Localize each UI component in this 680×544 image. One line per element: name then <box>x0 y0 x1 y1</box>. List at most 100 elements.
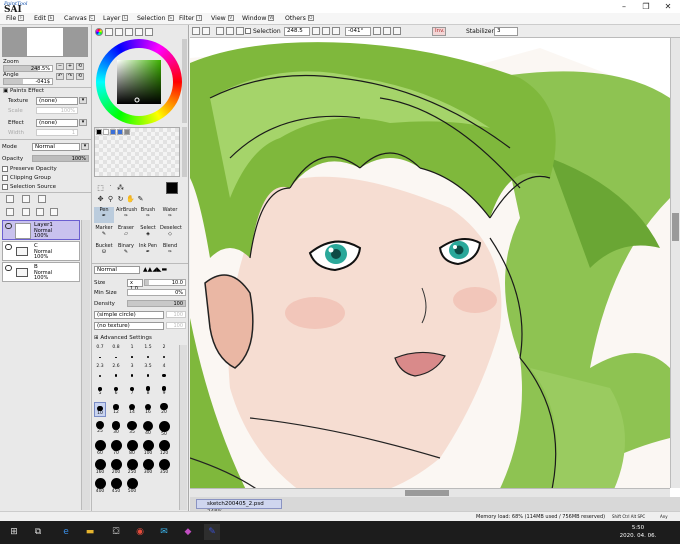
move-icon[interactable]: ✥ <box>96 195 105 204</box>
undo-icon[interactable] <box>192 27 200 35</box>
brush-texture-strength[interactable]: 100 <box>166 322 186 329</box>
eye-icon[interactable] <box>5 265 12 271</box>
brush-size-cell[interactable]: 20 <box>158 402 170 417</box>
brush-size-cell[interactable]: 3 <box>126 364 138 379</box>
size-slider[interactable]: 10.0 <box>144 279 186 286</box>
brush-size-cell[interactable]: 4 <box>158 364 170 379</box>
swatch[interactable] <box>103 129 109 135</box>
menu-layer[interactable]: Layer L <box>103 14 129 24</box>
zoom-out-button[interactable]: − <box>56 63 64 70</box>
tool-bucket[interactable]: Bucket ⛁ <box>94 243 114 259</box>
swatch[interactable] <box>117 129 123 135</box>
texture-select[interactable]: (none) <box>36 97 78 105</box>
layer-scrollbar[interactable] <box>81 220 90 510</box>
horizontal-scroll-thumb[interactable] <box>405 490 449 496</box>
brush-size-cell[interactable]: 40 <box>142 421 154 436</box>
new-folder-icon[interactable] <box>38 195 46 203</box>
file-tab[interactable]: sketch200405_2.psd 248% <box>196 499 282 515</box>
preserve-opacity-checkbox[interactable] <box>2 166 8 172</box>
tool-airbrush[interactable]: AirBrush ✑ <box>116 207 137 223</box>
zoom-slider[interactable]: 248.5% <box>3 65 53 72</box>
swatch[interactable] <box>110 129 116 135</box>
brush-size-cell[interactable]: 50 <box>158 421 170 437</box>
tool-deselect[interactable]: Deselect ◇ <box>160 225 182 241</box>
brush-size-cell[interactable]: 25 <box>94 421 106 436</box>
rotate-right-button[interactable]: ↷ <box>66 73 74 80</box>
tool-select[interactable]: Select ◈ <box>138 225 158 241</box>
brush-shape-strength[interactable]: 100 <box>166 311 186 318</box>
brush-size-cell[interactable]: 70 <box>110 440 122 456</box>
menu-window[interactable]: Window W <box>242 14 275 24</box>
tool-blend[interactable]: Blend ✑ <box>160 243 180 259</box>
deselect-icon[interactable] <box>216 27 224 35</box>
brush-size-cell[interactable]: 2 <box>158 345 170 360</box>
tool-water[interactable]: Water ✑ <box>160 207 180 223</box>
color-wheel-tab-icon[interactable] <box>95 28 103 36</box>
brush-size-cell[interactable]: 12 <box>110 402 122 417</box>
angle-field[interactable]: -041° <box>345 27 371 36</box>
brush-size-cell[interactable]: 30 <box>110 421 122 436</box>
rotate-reset-button[interactable]: ⟲ <box>76 73 84 80</box>
system-clock[interactable]: 5:50 2020. 04. 06. <box>600 524 676 540</box>
redo-icon[interactable] <box>202 27 210 35</box>
brush-size-cell[interactable]: 400 <box>94 478 106 494</box>
rgb-slider-tab-icon[interactable] <box>105 28 113 36</box>
windows-start-icon[interactable]: ⊞ <box>6 524 22 540</box>
brush-size-cell[interactable]: 500 <box>126 478 138 494</box>
brush-size-cell[interactable]: 1 <box>126 345 138 360</box>
tool-binary[interactable]: Binary ✎ <box>116 243 136 259</box>
swatch-grid[interactable] <box>94 127 180 177</box>
brush-size-cell[interactable]: 2.3 <box>94 364 106 379</box>
tool-ink-pen[interactable]: Ink Pen ✒ <box>138 243 158 259</box>
color-panel-scrollbar[interactable] <box>182 39 187 123</box>
brush-shape-presets[interactable]: ▲▲◢◣▬ <box>143 266 187 274</box>
intermediate-color-tab-icon[interactable] <box>125 28 133 36</box>
brush-size-cell[interactable]: 80 <box>126 440 138 456</box>
rotate-icon[interactable]: ↻ <box>116 195 125 204</box>
clear-layer-icon[interactable] <box>50 208 58 216</box>
vertical-scrollbar[interactable] <box>670 38 680 488</box>
brush-size-cell[interactable]: 100 <box>142 440 154 456</box>
brush-size-cell[interactable]: 9 <box>158 383 170 398</box>
eyedropper-icon[interactable]: ✎ <box>136 195 145 204</box>
minimize-button[interactable]: – <box>614 0 634 13</box>
zoom-field[interactable]: 248.5 <box>284 27 310 36</box>
eye-icon[interactable] <box>5 244 12 250</box>
layer-row[interactable]: B Normal 100% <box>2 262 80 282</box>
effect-select[interactable]: (none) <box>36 119 78 127</box>
brush-size-cell[interactable]: 5 <box>94 383 106 398</box>
brush-mode-select[interactable]: Normal <box>94 266 140 274</box>
scale-slider[interactable]: 100% <box>36 107 78 114</box>
swatch[interactable] <box>124 129 130 135</box>
clipping-group-checkbox[interactable] <box>2 175 8 181</box>
rotate-left-button[interactable]: ↶ <box>56 73 64 80</box>
blend-mode-select[interactable]: Normal <box>32 143 80 151</box>
zoom-in-icon[interactable] <box>322 27 330 35</box>
hand-icon[interactable]: ✋ <box>126 195 135 204</box>
size-grid-scrollbar[interactable] <box>179 345 187 510</box>
brush-size-cell[interactable]: 2.6 <box>110 364 122 379</box>
tool-marker[interactable]: Marker ✎ <box>94 225 114 241</box>
menu-selection[interactable]: Selection S <box>137 14 174 24</box>
scratchpad-tab-icon[interactable] <box>145 28 153 36</box>
swatch-scrollbar[interactable] <box>182 127 187 177</box>
size-multiplier[interactable]: x 1.0 <box>127 279 143 292</box>
brush-size-cell[interactable]: 7 <box>126 383 138 398</box>
brush-size-cell[interactable]: 350 <box>158 459 170 475</box>
invert-button[interactable]: Inv. <box>432 27 446 36</box>
transfer-down-icon[interactable] <box>6 208 14 216</box>
artwork[interactable] <box>190 38 670 501</box>
chrome-icon[interactable]: ◉ <box>132 524 148 540</box>
selection-source-checkbox[interactable] <box>2 184 8 190</box>
new-linework-layer-icon[interactable] <box>22 195 30 203</box>
lasso-icon[interactable]: ᐝ <box>106 184 115 193</box>
zoom-icon[interactable]: ⚲ <box>106 195 115 204</box>
color-wheel[interactable] <box>96 39 182 125</box>
horizontal-scrollbar[interactable] <box>190 488 670 497</box>
tool-eraser[interactable]: Eraser ▱ <box>116 225 136 241</box>
mail-icon[interactable]: ✉ <box>156 524 172 540</box>
brush-size-cell[interactable]: 300 <box>142 459 154 475</box>
primary-color-swatch[interactable] <box>166 182 178 194</box>
density-slider[interactable]: 100 <box>127 300 186 307</box>
menu-filter[interactable]: Filter T <box>179 14 203 24</box>
